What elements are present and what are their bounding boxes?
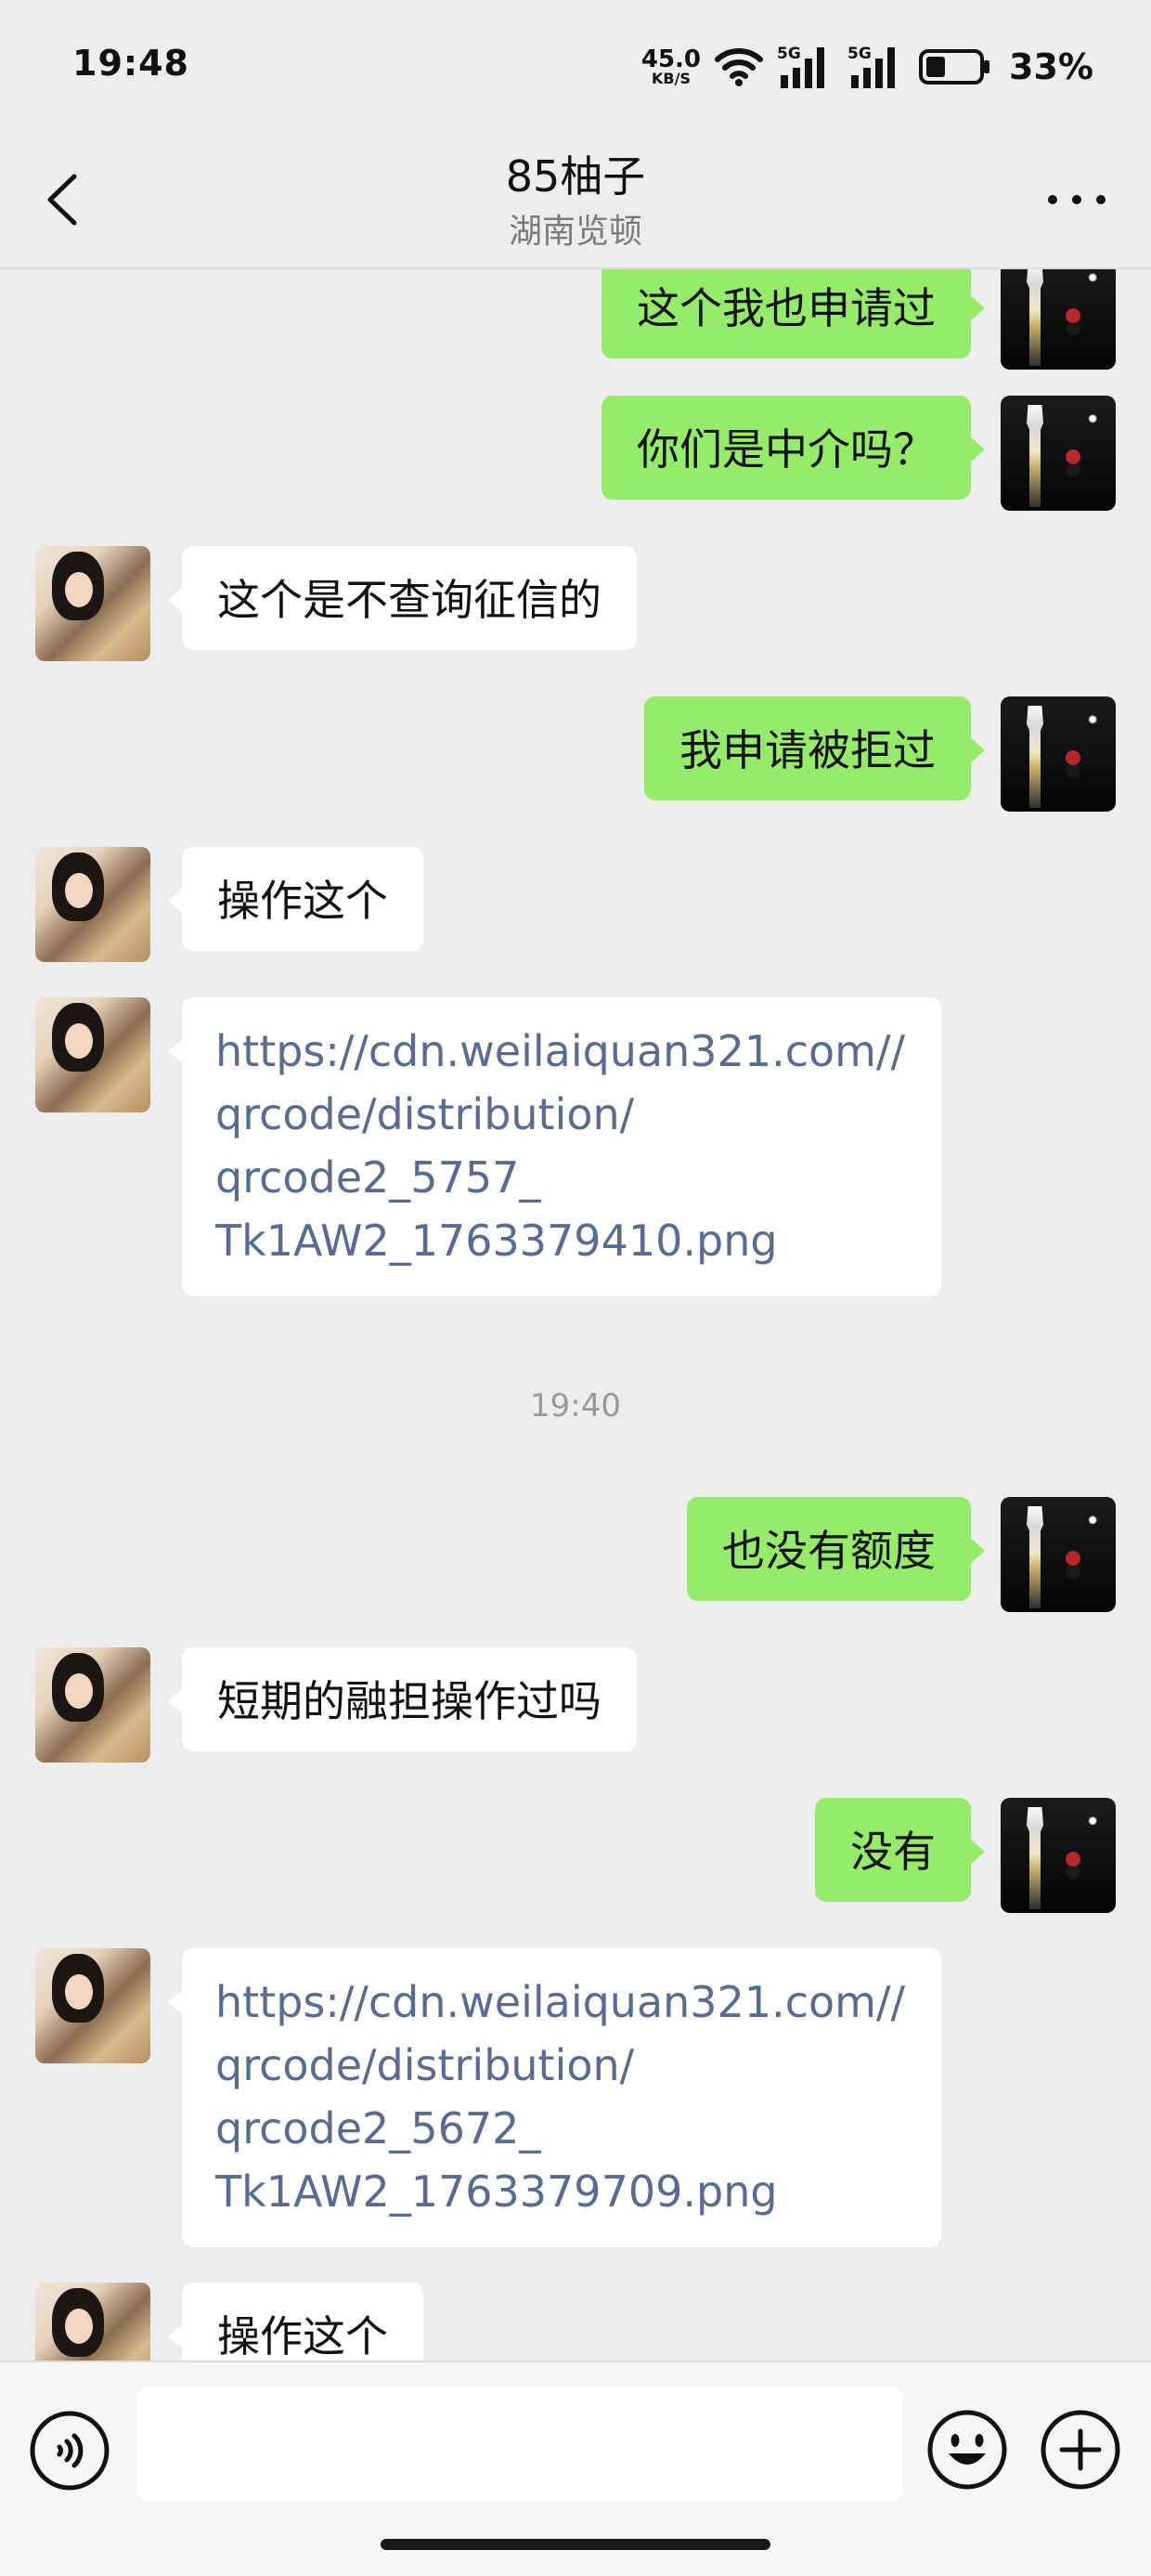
- link-line[interactable]: qrcode2_5757_: [215, 1146, 908, 1209]
- net-speed: 45.0 KB/S: [641, 47, 701, 86]
- contact-avatar[interactable]: [35, 847, 150, 962]
- input-bar: [0, 2361, 1151, 2576]
- signal-icon: 5G: [847, 45, 896, 88]
- more-button[interactable]: [1040, 176, 1114, 223]
- my-avatar[interactable]: [1001, 269, 1116, 370]
- contact-avatar[interactable]: [35, 1948, 150, 2063]
- message-bubble-link[interactable]: https://cdn.weilaiquan321.com// qrcode/d…: [168, 1948, 941, 2247]
- voice-icon: [30, 2411, 110, 2491]
- plus-icon: [1041, 2410, 1120, 2490]
- status-bar: 19:48 45.0 KB/S 5G 5G 33%: [0, 0, 1151, 139]
- my-avatar[interactable]: [1001, 1497, 1116, 1612]
- message-list[interactable]: 这个我也申请过 你们是中介吗？ 这个是不查询征信的 我申请被拒过 操作这个 ht…: [0, 269, 1151, 2361]
- battery-icon: [919, 49, 990, 85]
- message-bubble-theirs[interactable]: 短期的融担操作过吗: [168, 1647, 637, 1751]
- battery-percent: 33%: [1009, 46, 1093, 87]
- emoji-icon: [927, 2410, 1007, 2490]
- message-bubble-mine[interactable]: 也没有额度: [687, 1497, 985, 1601]
- contact-avatar[interactable]: [35, 2283, 150, 2361]
- more-functions-button[interactable]: [1038, 2407, 1123, 2492]
- link-line[interactable]: Tk1AW2_1763379410.png: [215, 1209, 908, 1272]
- link-line[interactable]: qrcode/distribution/: [215, 2034, 908, 2097]
- message-bubble-mine[interactable]: 你们是中介吗？: [601, 396, 985, 500]
- signal1-label: 5G: [777, 45, 801, 63]
- message-bubble-theirs[interactable]: 这个是不查询征信的: [168, 546, 637, 650]
- contact-avatar[interactable]: [35, 997, 150, 1112]
- signal2-label: 5G: [847, 45, 872, 63]
- more-dots-icon: [1048, 195, 1106, 204]
- contact-avatar[interactable]: [35, 546, 150, 661]
- status-time: 19:48: [72, 43, 189, 84]
- signal-icon: 5G: [777, 45, 825, 88]
- wifi-icon: [715, 48, 764, 86]
- message-bubble-mine[interactable]: 这个我也申请过: [601, 269, 985, 358]
- link-line[interactable]: Tk1AW2_1763379709.png: [215, 2160, 908, 2223]
- link-line[interactable]: qrcode/distribution/: [215, 1083, 908, 1146]
- timestamp: 19:40: [530, 1387, 621, 1425]
- emoji-button[interactable]: [925, 2407, 1010, 2492]
- voice-button[interactable]: [28, 2409, 111, 2492]
- net-speed-unit: KB/S: [651, 70, 691, 87]
- message-bubble-theirs[interactable]: 操作这个: [168, 2283, 423, 2361]
- chat-title: 85柚子: [505, 151, 646, 202]
- my-avatar[interactable]: [1001, 396, 1116, 511]
- link-line[interactable]: https://cdn.weilaiquan321.com//: [215, 1020, 908, 1083]
- chat-subtitle: 湖南览顿: [508, 213, 642, 251]
- contact-avatar[interactable]: [35, 1647, 150, 1763]
- link-line[interactable]: qrcode2_5672_: [215, 2097, 908, 2160]
- message-input[interactable]: [137, 2387, 902, 2502]
- message-bubble-mine[interactable]: 没有: [815, 1798, 985, 1902]
- message-bubble-mine[interactable]: 我申请被拒过: [644, 696, 985, 800]
- my-avatar[interactable]: [1001, 696, 1116, 812]
- status-icons: 45.0 KB/S 5G 5G 33%: [641, 39, 1093, 95]
- home-indicator[interactable]: [381, 2539, 770, 2550]
- net-speed-value: 45.0: [640, 46, 702, 73]
- link-line[interactable]: https://cdn.weilaiquan321.com//: [215, 1971, 908, 2034]
- chat-header: 85柚子 湖南览顿: [0, 139, 1151, 269]
- message-bubble-theirs[interactable]: 操作这个: [168, 847, 423, 951]
- message-bubble-link[interactable]: https://cdn.weilaiquan321.com// qrcode/d…: [168, 997, 941, 1296]
- my-avatar[interactable]: [1001, 1798, 1116, 1913]
